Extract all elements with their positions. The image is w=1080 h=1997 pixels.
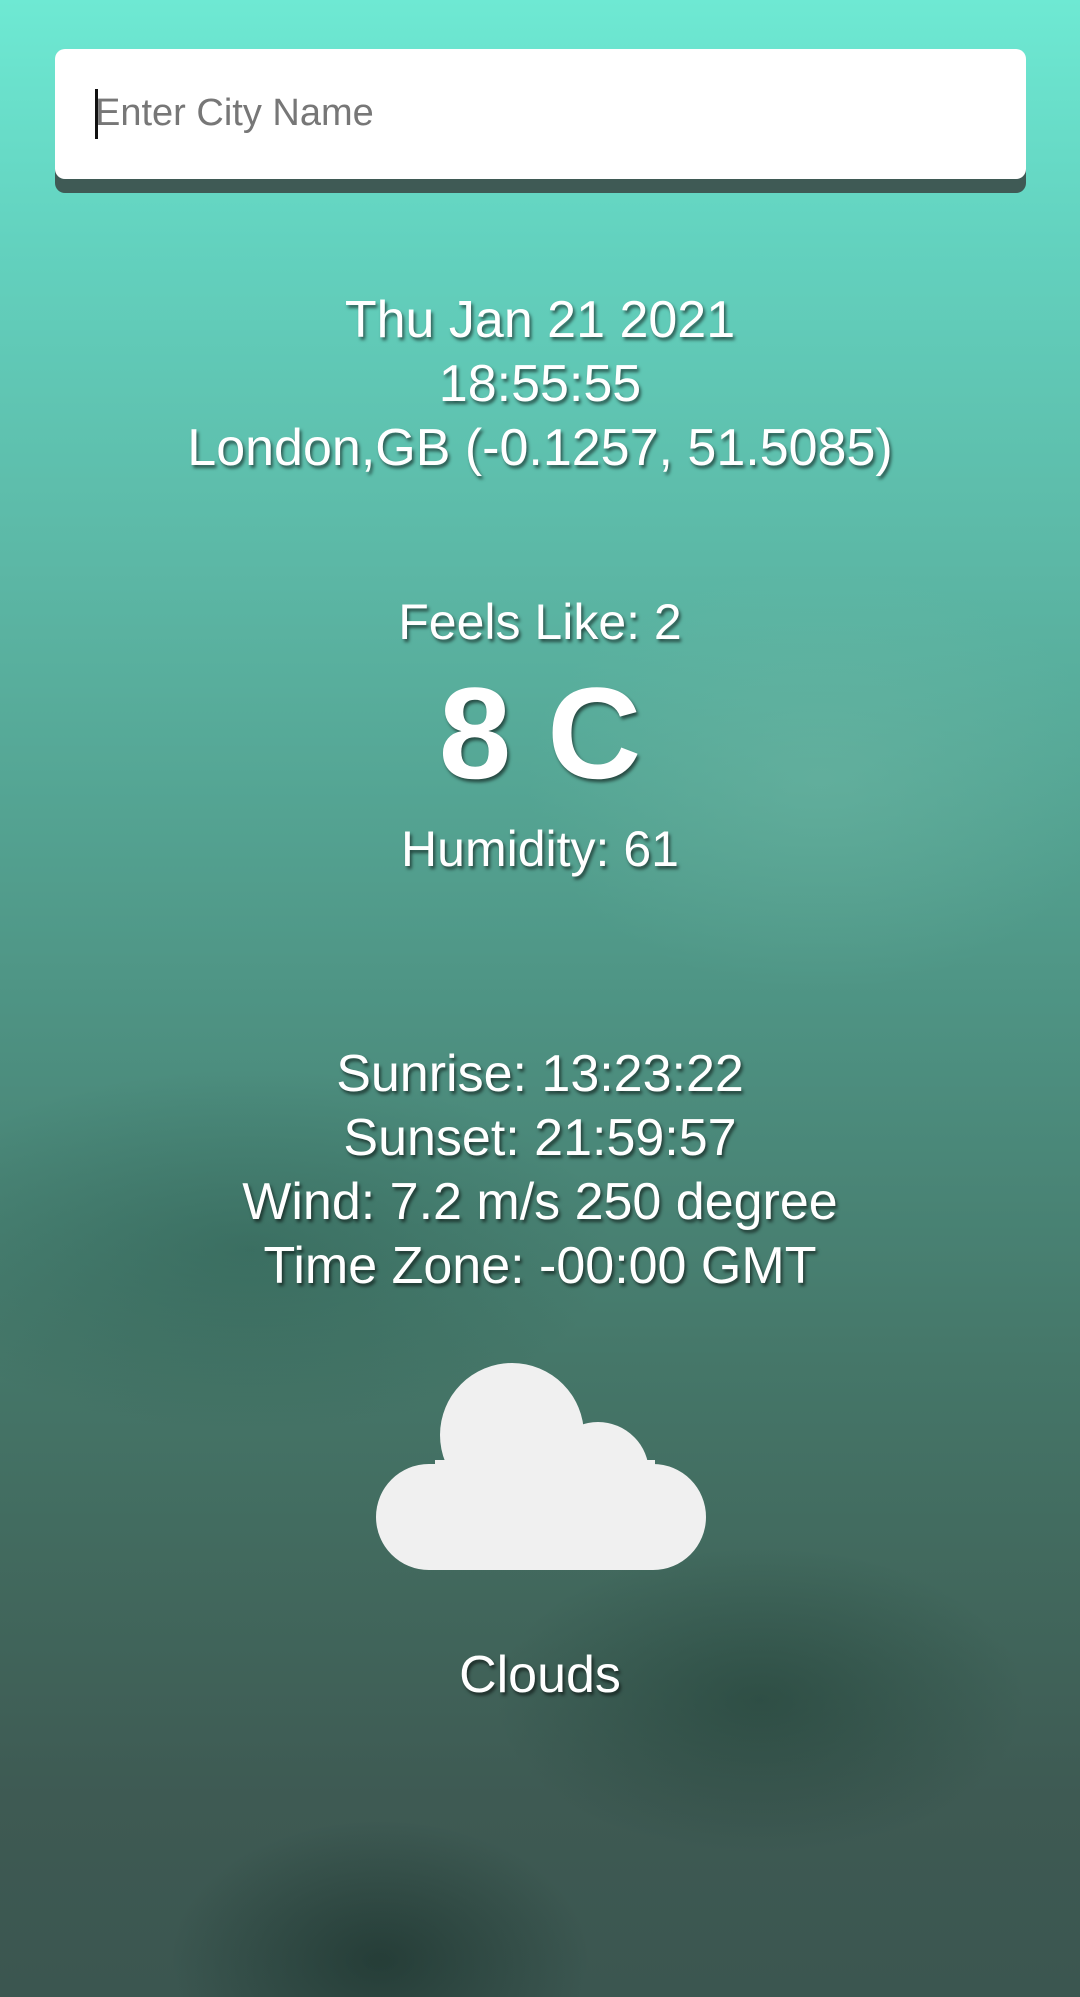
humidity: Humidity: 61 xyxy=(401,821,679,877)
text-caret xyxy=(95,89,98,139)
current-date: Thu Jan 21 2021 xyxy=(344,291,736,349)
sunrise: Sunrise: 13:23:22 xyxy=(336,1045,744,1103)
search-container xyxy=(55,49,1026,193)
cloud-icon xyxy=(375,1360,709,1572)
temperature: 8 C xyxy=(438,660,642,806)
location-coordinates: London,GB (-0.1257, 51.5085) xyxy=(187,419,893,477)
weather-details: Sunrise: 13:23:22 Sunset: 21:59:57 Wind:… xyxy=(0,1042,1080,1298)
search-box[interactable] xyxy=(55,49,1026,179)
current-time: 18:55:55 xyxy=(438,355,642,413)
weather-condition: Clouds xyxy=(459,1646,621,1704)
wind: Wind: 7.2 m/s 250 degree xyxy=(242,1173,838,1231)
location-datetime: Thu Jan 21 2021 18:55:55 London,GB (-0.1… xyxy=(0,288,1080,480)
city-search-input[interactable] xyxy=(95,83,995,143)
feels-like: Feels Like: 2 xyxy=(398,594,682,650)
time-zone: Time Zone: -00:00 GMT xyxy=(263,1237,817,1295)
sunset: Sunset: 21:59:57 xyxy=(343,1109,737,1167)
